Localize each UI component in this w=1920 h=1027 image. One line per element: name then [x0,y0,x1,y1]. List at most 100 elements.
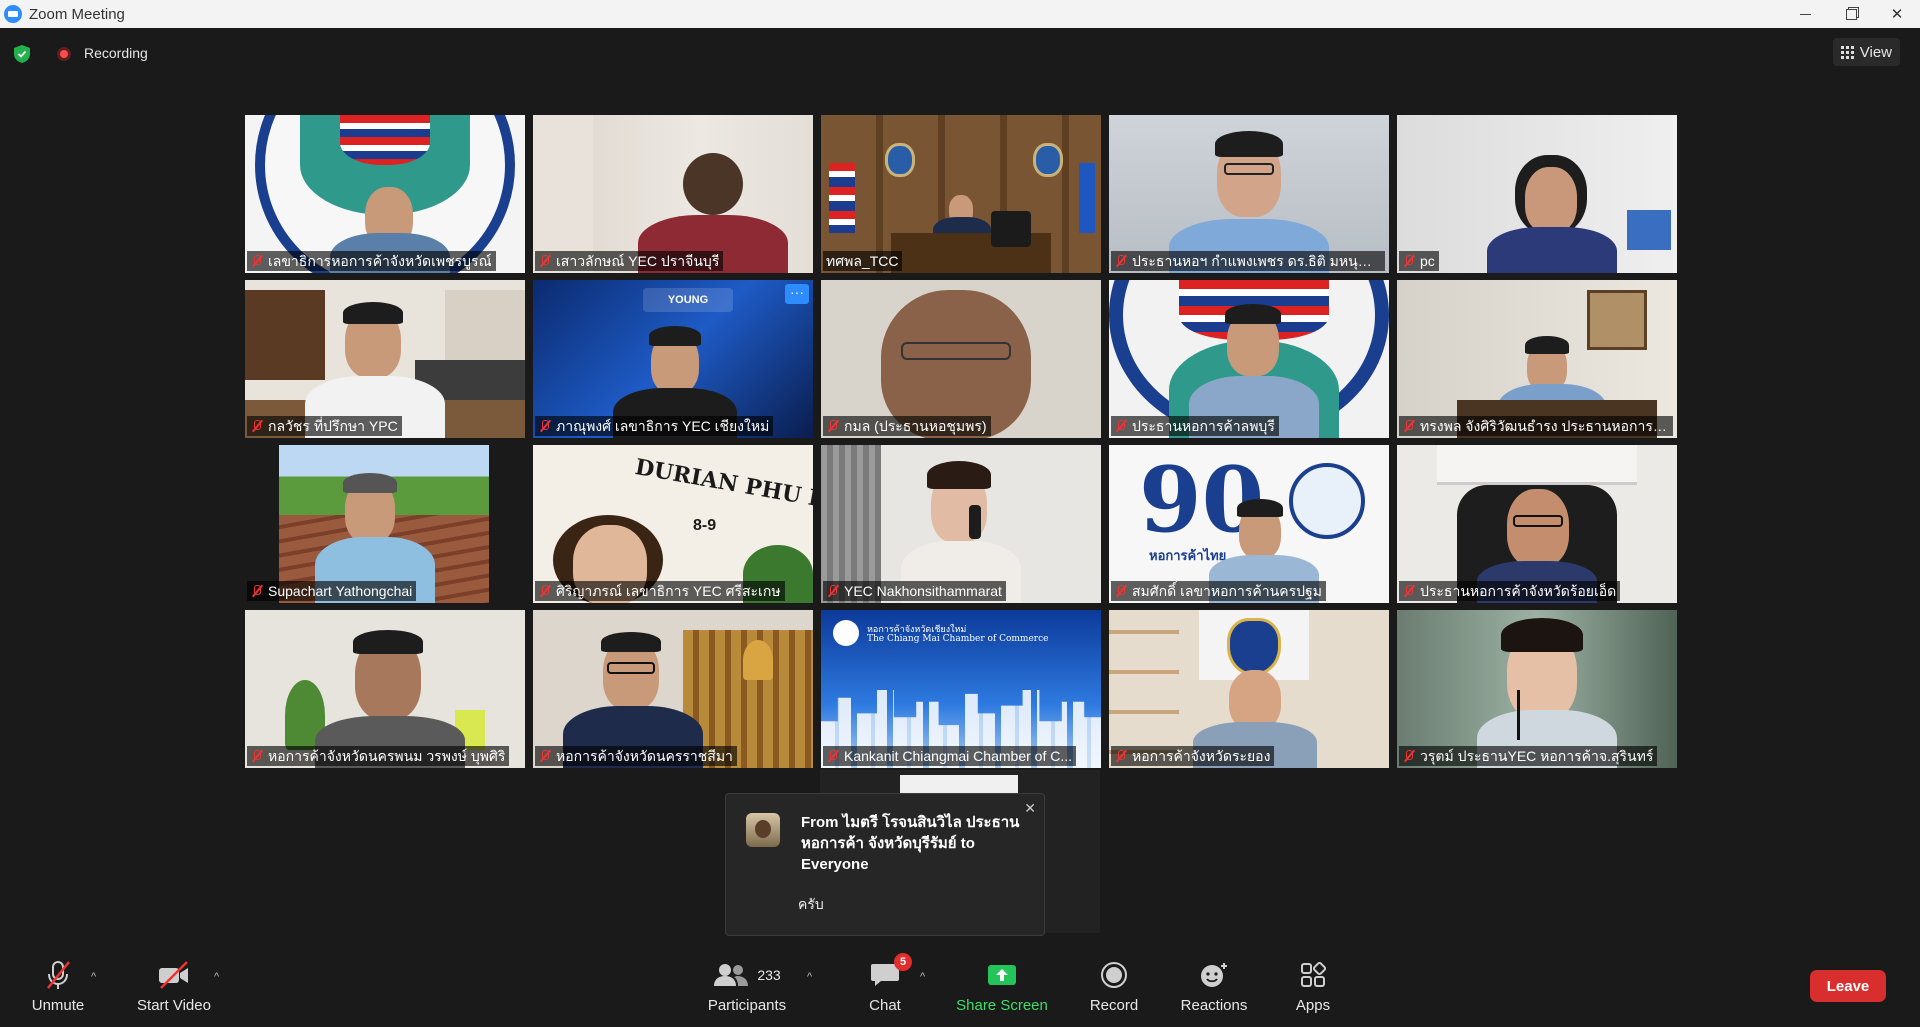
video-tile[interactable]: 90 หอการค้าไทย สมศักดิ์ เลขาหอการค้านครป… [1109,445,1389,603]
muted-mic-icon [538,749,552,763]
video-options-caret[interactable]: ^ [214,971,219,983]
video-tile[interactable]: ประธานหอการค้าลพบุรี [1109,280,1389,438]
muted-mic-icon [538,254,552,268]
muted-mic-icon [1402,749,1416,763]
participant-name: หอการค้าจังหวัดนครราชสีมา [535,746,737,766]
view-button[interactable]: View [1832,38,1900,66]
minimize-icon [1799,13,1811,15]
meeting-toolbar: Unmute ^ Start Video ^ 233 Participants … [0,953,1920,1027]
video-tile[interactable]: วรุตม์ ประธานYEC หอการค้าจ.สุรินทร์ [1397,610,1677,768]
participant-name: หอการค้าจังหวัดระยอง [1111,746,1275,766]
video-tile[interactable]: Supachart Yathongchai [245,445,525,603]
muted-mic-icon [1114,254,1128,268]
close-icon: ✕ [1890,6,1904,23]
video-tile[interactable]: YOUNG ··· ภาณุพงศ์ เลขาธิการ YEC เชียงให… [533,280,813,438]
participant-name: Supachart Yathongchai [247,581,417,601]
tcc-90-subtitle: หอการค้าไทย [1149,548,1227,563]
video-tile[interactable]: ประธานหอการค้าจังหวัดร้อยเอ็ด [1397,445,1677,603]
title-bar: Zoom Meeting ✕ [0,0,1920,28]
chat-button[interactable]: 5 Chat [860,953,912,1027]
record-button[interactable]: Record [1085,955,1143,1027]
grid-view-icon [1840,45,1854,59]
muted-mic-icon [1114,584,1128,598]
close-button[interactable]: ✕ [1874,0,1920,28]
chat-notification[interactable]: From ไมตรี โรจนสินวิไล ประธานหอการค้า จั… [725,793,1045,936]
leave-button[interactable]: Leave [1810,970,1886,1002]
restore-icon [1845,8,1857,20]
apps-button[interactable]: Apps [1293,955,1333,1027]
video-tile[interactable]: ประธานหอฯ กำแพงเพชร ดร.ธิติ มหนุญ... [1109,115,1389,273]
participants-button[interactable]: 233 Participants [702,955,792,1027]
young-logo: YOUNG [643,288,733,312]
video-tile[interactable]: เลขาธิการหอการค้าจังหวัดเพชรบูรณ์ [245,115,525,273]
more-options-button[interactable]: ··· [785,284,809,304]
video-tile[interactable]: หอการค้าจังหวัดเชียงใหม่ The Chiang Mai … [821,610,1101,768]
participant-name: กมล (ประธานหอชุมพร) [823,416,991,436]
video-tile[interactable]: ทรงพล จังศิริวัฒนธำรง ประธานหอการค้... [1397,280,1677,438]
chiangmai-chamber-english: The Chiang Mai Chamber of Commerce [867,634,1049,644]
audio-options-caret[interactable]: ^ [91,971,96,983]
muted-mic-icon [1114,419,1128,433]
video-tile[interactable]: กลวัชร ที่ปรึกษา YPC [245,280,525,438]
participant-name: เลขาธิการหอการค้าจังหวัดเพชรบูรณ์ [247,251,496,271]
chat-sender: From ไมตรี โรจนสินวิไล ประธานหอการค้า จั… [801,814,1020,873]
video-tile-active-speaker[interactable]: ทศพล_TCC [821,115,1101,273]
participants-icon [714,964,749,986]
muted-mic-icon [1402,584,1416,598]
video-tile[interactable]: YEC Nakhonsithammarat [821,445,1101,603]
recording-label[interactable]: Recording [84,45,148,61]
participant-name: YEC Nakhonsithammarat [823,581,1006,601]
share-screen-button[interactable]: Share Screen [956,955,1048,1027]
participant-name: หอการค้าจังหวัดนครพนม วรพงษ์ บุพศิริ [247,746,510,766]
maximize-button[interactable] [1828,0,1874,28]
encryption-shield-icon[interactable] [14,45,30,63]
participant-name: ทศพล_TCC [823,251,903,271]
muted-mic-icon [250,254,264,268]
reactions-button[interactable]: Reactions [1174,955,1254,1027]
participant-name: ประธานหอการค้าลพบุรี [1111,416,1279,436]
participant-name: ประธานหอฯ กำแพงเพชร ดร.ธิติ มหนุญ... [1111,251,1385,271]
muted-mic-icon [826,419,840,433]
video-tile[interactable]: เสาวลักษณ์ YEC ปราจีนบุรี [533,115,813,273]
muted-mic-icon [826,749,840,763]
minimize-button[interactable] [1782,0,1828,28]
video-tile[interactable]: หอการค้าจังหวัดนครราชสีมา [533,610,813,768]
muted-mic-icon [250,584,264,598]
zoom-logo-icon [4,5,22,23]
zoom-window: Zoom Meeting ✕ Recording View เลขาธิการห… [0,0,1920,1027]
participant-name: ภาณุพงศ์ เลขาธิการ YEC เชียงใหม่ [535,416,774,436]
muted-mic-icon [1402,419,1416,433]
participant-name: ประธานหอการค้าจังหวัดร้อยเอ็ด [1399,581,1621,601]
participant-name: วรุตม์ ประธานYEC หอการค้าจ.สุรินทร์ [1399,746,1658,766]
chat-options-caret[interactable]: ^ [920,971,925,983]
chat-unread-badge: 5 [894,953,912,971]
muted-mic-icon [250,419,264,433]
muted-mic-icon [538,584,552,598]
video-tile[interactable]: หอการค้าจังหวัดระยอง [1109,610,1389,768]
participant-name: สมศักดิ์ เลขาหอการค้านครปฐม [1111,581,1326,601]
video-tile[interactable]: DURIAN PHU KHAO FAI 8-9 ศิริญาภรณ์ เลขาธ… [533,445,813,603]
share-screen-icon [988,965,1016,985]
participants-options-caret[interactable]: ^ [807,971,812,983]
start-video-button[interactable]: Start Video [134,955,214,1027]
video-tile[interactable]: หอการค้าจังหวัดนครพนม วรพงษ์ บุพศิริ [245,610,525,768]
video-tile[interactable]: กมล (ประธานหอชุมพร) [821,280,1101,438]
muted-mic-icon [538,419,552,433]
video-tile[interactable]: pc [1397,115,1677,273]
recording-icon[interactable] [57,47,71,61]
participants-count: 233 [757,967,781,983]
chat-notification-tab [900,775,1018,793]
participant-name: ทรงพล จังศิริวัฒนธำรง ประธานหอการค้... [1399,416,1673,436]
sender-avatar [746,813,780,847]
durian-banner-text: DURIAN PHU KHAO FAI [633,454,813,532]
video-gallery: เลขาธิการหอการค้าจังหวัดเพชรบูรณ์ เสาวลั… [245,115,1677,769]
participant-name: เสาวลักษณ์ YEC ปราจีนบุรี [535,251,724,271]
close-notification-icon[interactable]: ✕ [1024,800,1036,817]
muted-mic-icon [250,749,264,763]
muted-mic-icon [1402,254,1416,268]
participant-name: Kankanit Chiangmai Chamber of C... [823,746,1076,766]
muted-mic-icon [1114,749,1128,763]
unmute-button[interactable]: Unmute [29,955,87,1027]
window-title: Zoom Meeting [29,5,125,23]
participant-name: กลวัชร ที่ปรึกษา YPC [247,416,402,436]
